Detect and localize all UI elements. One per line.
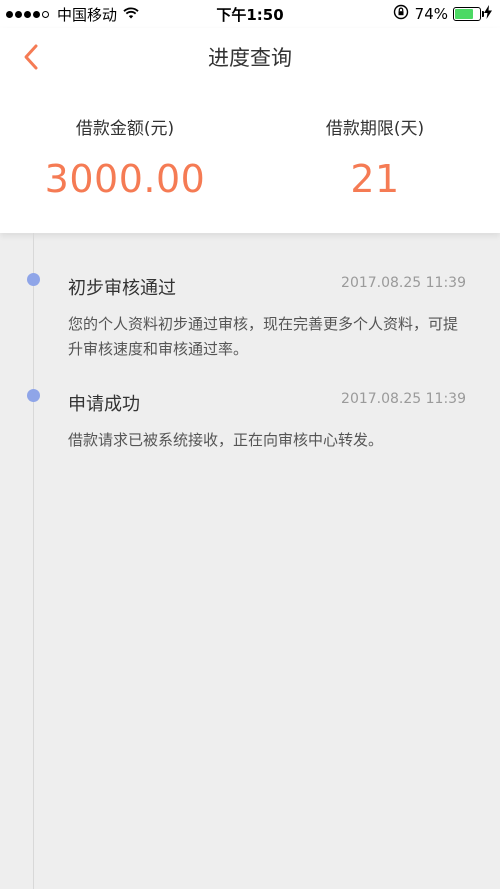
rotation-lock-icon	[393, 4, 409, 24]
timeline-item-description: 您的个人资料初步通过审核，现在完善更多个人资料，可提升审核速度和审核通过率。	[68, 315, 459, 358]
loan-term-value: 21	[350, 157, 400, 201]
charging-bolt-icon	[484, 5, 492, 23]
status-bar: 中国移动 下午1:50 74%	[0, 0, 500, 28]
timeline-item-time: 2017.08.25 11:39	[341, 275, 466, 291]
timeline-item-time: 2017.08.25 11:39	[341, 391, 466, 407]
status-bar-right: 74%	[393, 4, 492, 24]
battery-percent: 74%	[414, 5, 448, 23]
timeline-line	[33, 233, 34, 889]
header-panel: 进度查询 借款金额(元) 3000.00 借款期限(天) 21	[0, 28, 500, 233]
loan-amount-label: 借款金额(元)	[75, 119, 175, 139]
loan-amount-value: 3000.00	[44, 157, 206, 201]
timeline-dot-icon	[27, 389, 40, 402]
timeline-item-title: 初步审核通过	[68, 278, 176, 299]
page-title: 进度查询	[208, 46, 292, 70]
loan-term-label: 借款期限(天)	[325, 119, 425, 139]
loan-amount-stat: 借款金额(元) 3000.00	[0, 114, 250, 201]
battery-icon	[453, 7, 484, 21]
timeline-item-description: 借款请求已被系统接收，正在向审核中心转发。	[68, 431, 384, 449]
timeline-item-title: 申请成功	[68, 394, 140, 415]
timeline-dot-icon	[27, 273, 40, 286]
loan-term-stat: 借款期限(天) 21	[250, 114, 500, 201]
